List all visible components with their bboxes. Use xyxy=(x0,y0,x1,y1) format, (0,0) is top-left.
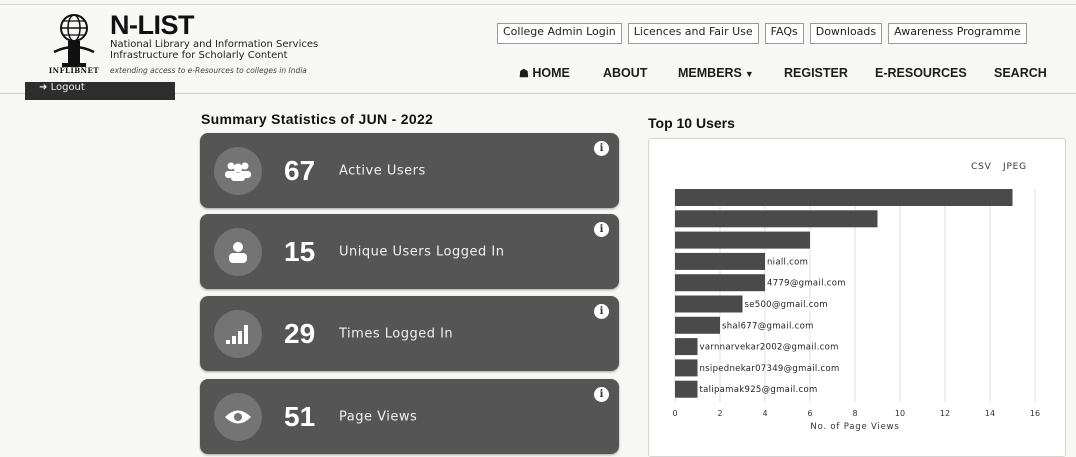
bar xyxy=(675,338,698,356)
bar-label: nsipednekar07349@gmail.com xyxy=(700,364,840,374)
x-axis-label: No. of Page Views xyxy=(810,422,899,432)
logout-button[interactable]: ➜ Logout xyxy=(25,82,175,100)
main-nav: ☗ HOME ABOUT MEMBERS ▼ REGISTER E-RESOURC… xyxy=(0,66,1076,82)
stat-label: Unique Users Logged In xyxy=(339,244,505,259)
x-tick-label: 14 xyxy=(985,409,995,418)
college-admin-login-link[interactable]: College Admin Login xyxy=(497,23,622,44)
bar-label: talipamak925@gmail.com xyxy=(700,385,818,395)
bar xyxy=(675,189,1013,206)
stat-label: Page Views xyxy=(339,409,418,424)
info-icon[interactable]: i xyxy=(594,141,609,156)
x-tick-label: 12 xyxy=(940,409,950,418)
faqs-link[interactable]: FAQs xyxy=(764,23,804,44)
user-icon xyxy=(214,227,262,276)
bar-label: shal677@gmail.com xyxy=(722,321,814,331)
info-icon[interactable]: i xyxy=(594,222,609,237)
brand-subtitle-1: National Library and Information Service… xyxy=(110,39,319,50)
eye-icon xyxy=(214,392,262,441)
bar-label: varnnarvekar2002@gmail.com xyxy=(700,343,839,353)
top-border xyxy=(0,4,1076,5)
stat-card-active-users: 67 Active Users i xyxy=(200,133,619,208)
nav-about[interactable]: ABOUT xyxy=(603,66,647,80)
stat-value: 29 xyxy=(284,317,316,349)
bar xyxy=(675,295,743,313)
x-tick-label: 2 xyxy=(717,409,722,418)
stat-card-times-logged-in: 29 Times Logged In i xyxy=(200,296,619,371)
awareness-programme-link[interactable]: Awareness Programme xyxy=(888,23,1027,44)
brand-title[interactable]: N-LIST xyxy=(110,12,410,39)
licences-link[interactable]: Licences and Fair Use xyxy=(627,23,759,44)
x-tick-label: 6 xyxy=(807,409,812,418)
stat-label: Times Logged In xyxy=(339,326,454,341)
bar-label: se500@gmail.com xyxy=(745,300,828,310)
logout-label: Logout xyxy=(50,82,85,93)
bar xyxy=(675,380,698,398)
nav-members-label: MEMBERS xyxy=(678,66,742,80)
top-users-bar-chart: 0 2 4 6 8 10 12 14 16 niall.com 4779@gmail.com se50… xyxy=(672,189,1040,432)
logout-icon: ➜ xyxy=(39,82,48,93)
bar-label: 4779@gmail.com xyxy=(767,279,846,289)
x-tick-label: 0 xyxy=(672,409,677,418)
x-tick-label: 16 xyxy=(1030,409,1040,418)
x-tick-label: 4 xyxy=(762,409,767,418)
stat-value: 15 xyxy=(284,235,316,267)
users-icon xyxy=(214,146,262,195)
nav-home[interactable]: ☗ HOME xyxy=(519,66,570,80)
stat-label: Active Users xyxy=(339,163,426,178)
top-users-title: Top 10 Users xyxy=(648,115,735,131)
top-users-chart-panel: CSV JPEG 0 2 4 6 8 10 12 14 16 niall.com 4779@gmai… xyxy=(648,138,1066,457)
summary-title: Summary Statistics of JUN - 2022 xyxy=(201,111,434,127)
bar xyxy=(675,252,765,270)
bar xyxy=(675,316,720,334)
brand-subtitle-2: Infrastructure for Scholarly Content xyxy=(110,50,288,61)
x-tick-label: 10 xyxy=(895,409,905,418)
nav-members[interactable]: MEMBERS ▼ xyxy=(678,66,754,80)
bar xyxy=(675,231,810,249)
nav-home-label: HOME xyxy=(532,66,570,80)
nav-register[interactable]: REGISTER xyxy=(784,66,848,80)
info-icon[interactable]: i xyxy=(594,387,609,402)
home-icon: ☗ xyxy=(519,68,529,80)
downloads-link[interactable]: Downloads xyxy=(809,23,883,44)
top-links: College Admin Login Licences and Fair Us… xyxy=(497,23,1027,44)
nav-eresources[interactable]: E-RESOURCES xyxy=(875,66,967,80)
info-icon[interactable]: i xyxy=(594,304,609,319)
stat-card-page-views: 51 Page Views i xyxy=(200,379,619,454)
nav-search[interactable]: SEARCH xyxy=(994,66,1047,80)
bar xyxy=(675,274,765,292)
stat-value: 51 xyxy=(284,400,316,432)
chevron-down-icon: ▼ xyxy=(744,69,754,79)
bar xyxy=(675,359,698,377)
stat-value: 67 xyxy=(284,154,316,186)
x-tick-label: 8 xyxy=(852,409,857,418)
bar xyxy=(675,210,878,228)
signal-bars-icon xyxy=(214,309,262,358)
stat-card-unique-users: 15 Unique Users Logged In i xyxy=(200,214,619,289)
bar-label: niall.com xyxy=(767,257,808,267)
